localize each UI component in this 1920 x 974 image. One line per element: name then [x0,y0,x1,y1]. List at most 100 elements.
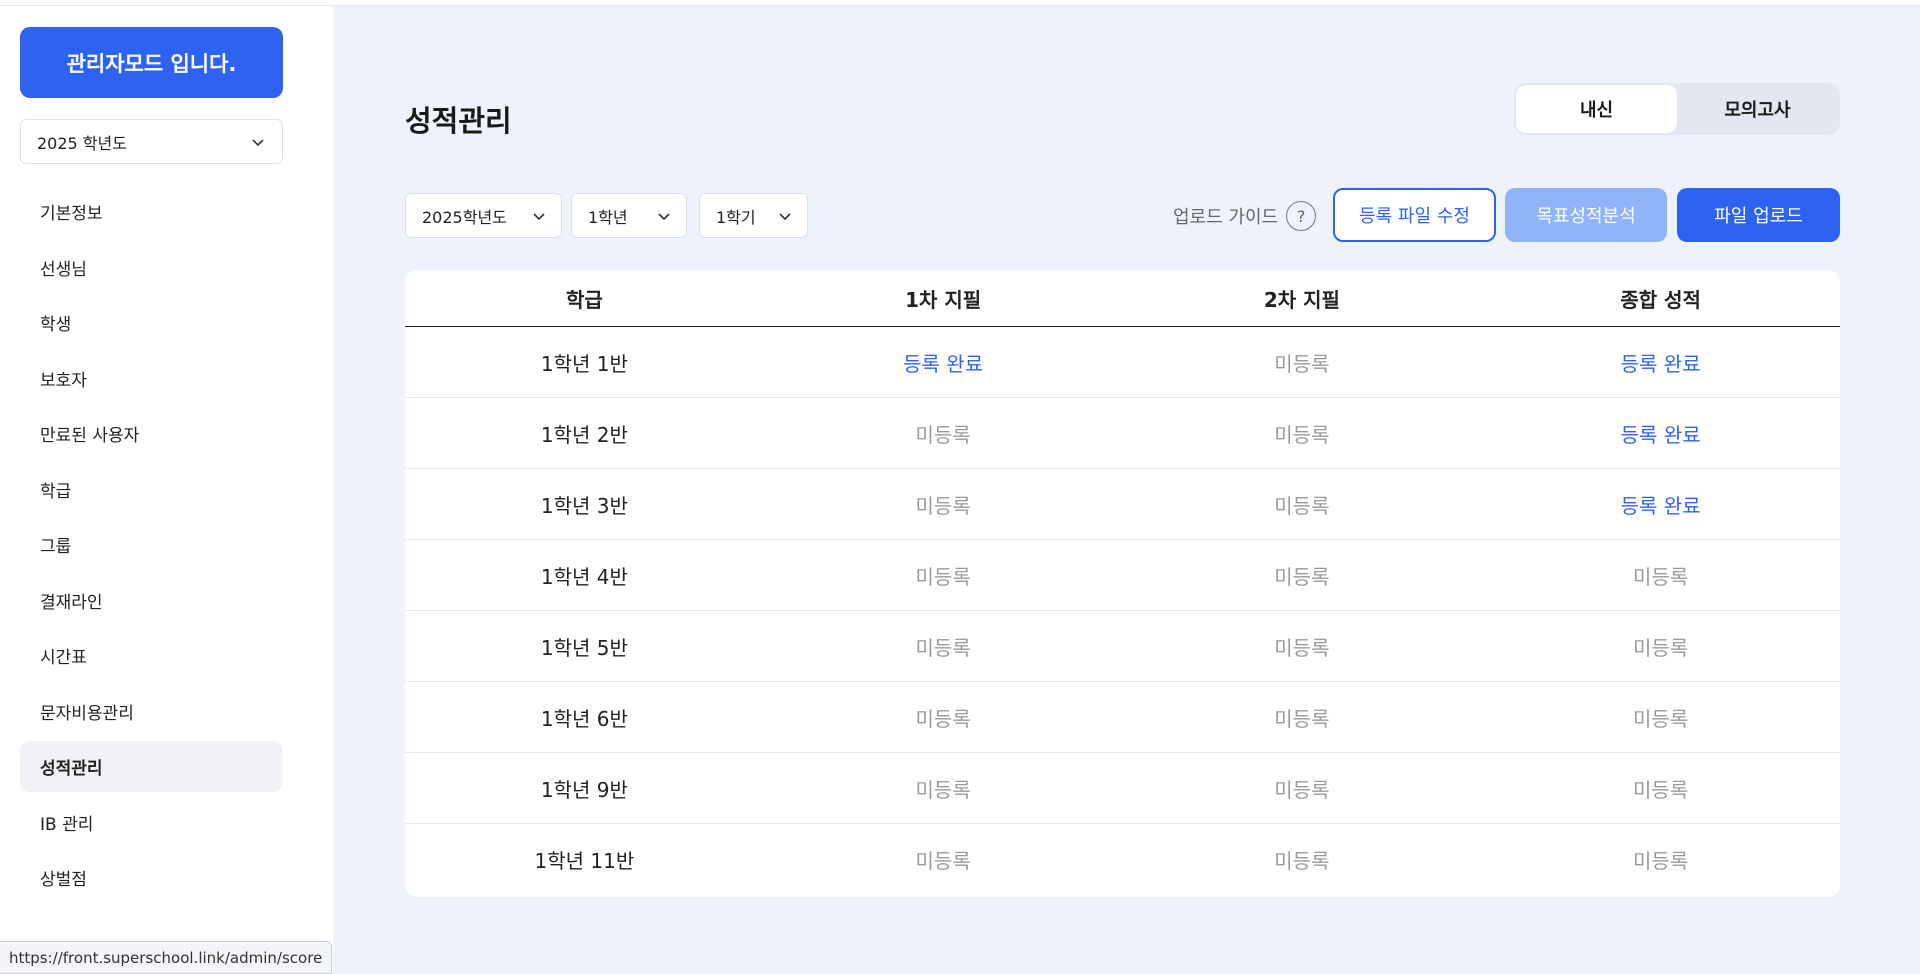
table-row: 1학년 3반 미등록 미등록 등록 완료 [405,469,1840,540]
sidebar-item-label: 만료된 사용자 [40,426,140,446]
column-header: 종합 성적 [1620,287,1701,312]
sidebar-item-label: IB 관리 [40,814,94,835]
unregistered-status-cell: 미등록 [1633,777,1689,802]
chevron-down-icon [252,138,264,146]
sidebar-item-label: 문자비용관리 [40,703,134,724]
sidebar: 관리자모드 입니다. 2025 학년도 기본정보선생님학생보호자만료된 사용자학… [0,6,333,974]
class-name-cell: 1학년 4반 [540,564,628,589]
upload-guide-label: 업로드 가이드 [1173,207,1279,228]
registered-status-cell[interactable]: 등록 완료 [1481,398,1840,468]
status-bar-url: https://front.superschool.link/admin/sco… [0,941,333,974]
table-row: 1학년 6반 미등록 미등록 미등록 [405,682,1840,753]
upload-guide[interactable]: 업로드 가이드 ? [1173,199,1317,233]
sidebar-item-classes[interactable]: 학급 [20,464,283,515]
chevron-down-icon [533,212,545,220]
class-name-cell: 1학년 5반 [540,635,628,660]
unregistered-status-cell: 미등록 [1274,564,1330,589]
school-year-value: 2025 학년도 [37,133,127,153]
unregistered-status-cell: 미등록 [1274,422,1330,447]
unregistered-status-cell: 미등록 [915,706,971,731]
class-name-cell: 1학년 6반 [540,706,628,731]
table-row: 1학년 9반 미등록 미등록 미등록 [405,753,1840,824]
unregistered-status-cell: 미등록 [1274,351,1330,376]
sidebar-item-timetable[interactable]: 시간표 [20,630,283,681]
column-header: 학급 [565,287,603,312]
file-upload-button[interactable]: 파일 업로드 [1677,188,1840,242]
sidebar-item-expired-users[interactable]: 만료된 사용자 [20,408,283,459]
sidebar-item-label: 보호자 [40,370,87,391]
sidebar-item-students[interactable]: 학생 [20,297,283,348]
year-filter[interactable]: 2025학년도 [405,193,562,238]
sidebar-item-guardians[interactable]: 보호자 [20,353,283,404]
sidebar-item-groups[interactable]: 그룹 [20,519,283,570]
table-row: 1학년 11반 미등록 미등록 미등록 [405,824,1840,895]
unregistered-status-cell: 미등록 [1274,849,1330,873]
table-row: 1학년 1반 등록 완료 미등록 등록 완료 [405,327,1840,398]
class-name-cell: 1학년 2반 [540,422,628,447]
unregistered-status-cell: 미등록 [915,777,971,802]
class-name-cell: 1학년 11반 [534,849,635,873]
class-name-cell: 1학년 9반 [540,777,628,802]
sidebar-item-merit-demerit[interactable]: 상벌점 [20,852,283,903]
sidebar-item-sms-cost[interactable]: 문자비용관리 [20,686,283,737]
admin-mode-badge[interactable]: 관리자모드 입니다. [20,27,283,98]
unregistered-status-cell: 미등록 [1633,706,1689,731]
unregistered-status-cell: 미등록 [1633,635,1689,660]
unregistered-status-cell: 미등록 [1274,635,1330,660]
tab-naesin[interactable]: 내신 [1516,85,1677,133]
sidebar-item-teachers[interactable]: 선생님 [20,242,283,293]
sidebar-item-label: 선생님 [40,259,87,280]
unregistered-status-cell: 미등록 [915,635,971,660]
column-header: 2차 지필 [1263,287,1340,312]
sidebar-item-basic-info[interactable]: 기본정보 [20,186,283,237]
page-title: 성적관리 [405,104,512,138]
help-icon[interactable]: ? [1286,201,1317,231]
chevron-down-icon [779,212,791,220]
sidebar-item-label: 상벌점 [40,870,87,890]
sidebar-item-label: 기본정보 [40,204,103,224]
score-table: 학급 1차 지필 2차 지필 종합 성적 1학년 1반 등록 완료 미등록 등록 완료 1학년… [405,270,1840,897]
class-name-cell: 1학년 1반 [540,351,628,376]
sidebar-item-label: 결재라인 [40,592,103,613]
table-header: 학급 1차 지필 2차 지필 종합 성적 [405,270,1840,327]
unregistered-status-cell: 미등록 [1274,777,1330,802]
sidebar-item-label: 그룹 [40,537,72,557]
table-row: 1학년 2반 미등록 미등록 등록 완료 [405,398,1840,469]
unregistered-status-cell: 미등록 [1274,493,1330,518]
unregistered-status-cell: 미등록 [915,564,971,589]
sidebar-item-label: 학급 [40,481,72,502]
unregistered-status-cell: 미등록 [915,493,971,518]
grade-filter[interactable]: 1학년 [571,193,687,238]
year-filter-value: 2025학년도 [422,207,507,227]
sidebar-item-score-management[interactable]: 성적관리 [20,741,283,792]
unregistered-status-cell: 미등록 [1633,564,1689,589]
sidebar-item-label: 학생 [40,315,72,335]
unregistered-status-cell: 미등록 [1274,706,1330,731]
registered-status-cell[interactable]: 등록 완료 [764,327,1123,397]
registered-status-cell[interactable]: 등록 완료 [1481,469,1840,539]
column-header: 1차 지필 [905,287,982,312]
registered-status-cell[interactable]: 등록 완료 [1481,327,1840,397]
chevron-down-icon [658,212,670,220]
tab-mock-exam[interactable]: 모의고사 [1677,85,1838,133]
table-row: 1학년 4반 미등록 미등록 미등록 [405,540,1840,611]
school-year-select[interactable]: 2025 학년도 [20,119,283,164]
exam-type-toggle: 내신 모의고사 [1514,83,1840,135]
unregistered-status-cell: 미등록 [915,849,971,873]
semester-filter[interactable]: 1학기 [699,193,808,238]
class-name-cell: 1학년 3반 [540,493,628,518]
main-content: 성적관리 내신 모의고사 2025학년도 1학년 1학기 업로드 가이드 ? 등… [333,6,1920,974]
grade-filter-value: 1학년 [588,207,628,227]
unregistered-status-cell: 미등록 [915,422,971,447]
table-body: 1학년 1반 등록 완료 미등록 등록 완료 1학년 2반 미등록 미등록 등록 완료 1학년 … [405,327,1840,895]
target-score-analysis-button[interactable]: 목표성적분석 [1505,188,1667,242]
sidebar-item-ib-management[interactable]: IB 관리 [20,797,283,848]
sidebar-nav: 기본정보선생님학생보호자만료된 사용자학급그룹결재라인시간표문자비용관리성적관리… [20,186,283,908]
edit-registered-file-button[interactable]: 등록 파일 수정 [1333,188,1496,242]
sidebar-item-label: 시간표 [40,648,87,668]
semester-filter-value: 1학기 [716,207,756,227]
sidebar-item-approval-line[interactable]: 결재라인 [20,575,283,626]
table-row: 1학년 5반 미등록 미등록 미등록 [405,611,1840,682]
sidebar-item-label: 성적관리 [40,759,103,779]
unregistered-status-cell: 미등록 [1633,849,1689,873]
